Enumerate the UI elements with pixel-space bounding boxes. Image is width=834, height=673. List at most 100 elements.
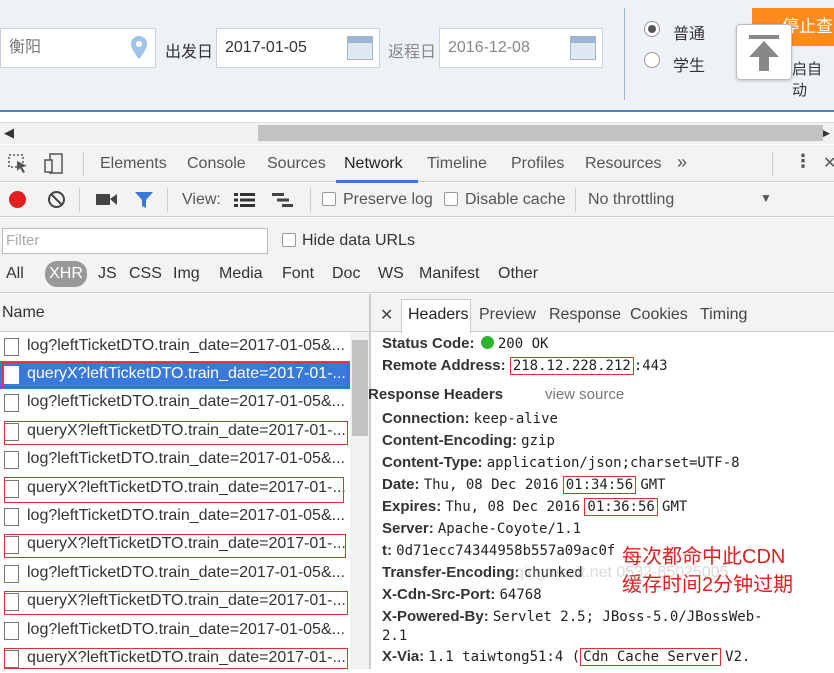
tab-profiles[interactable]: Profiles xyxy=(511,155,564,173)
type-media[interactable]: Media xyxy=(219,265,263,283)
type-css[interactable]: CSS xyxy=(129,265,162,283)
horizontal-scroll-thumb[interactable] xyxy=(258,125,823,141)
hide-data-urls-checkbox[interactable] xyxy=(282,233,296,247)
page-ruler xyxy=(0,110,834,122)
radio-student[interactable] xyxy=(644,52,660,68)
request-row[interactable]: log?leftTicketDTO.train_date=2017-01-05&… xyxy=(0,333,350,361)
status-code-row: Status Code: 200 OK xyxy=(382,335,549,352)
return-date-value: 2016-12-08 xyxy=(448,39,530,56)
remote-ip-highlight: 218.12.228.212 xyxy=(509,357,634,375)
header-cdn-src-port: X-Cdn-Src-Port: 64768 xyxy=(382,586,542,603)
dropdown-arrow-icon: ▼ xyxy=(760,191,772,205)
clear-icon[interactable] xyxy=(47,190,66,209)
view-source-link[interactable]: view source xyxy=(545,386,624,403)
scroll-left-icon[interactable]: ◀ xyxy=(4,125,14,141)
response-headers-title[interactable]: Response Headers xyxy=(368,386,503,403)
divider xyxy=(167,188,168,212)
request-list-scroll-thumb[interactable] xyxy=(352,340,368,436)
inspect-element-icon[interactable] xyxy=(8,154,30,174)
radio-student-label: 学生 xyxy=(673,58,706,75)
document-icon xyxy=(4,622,19,640)
hide-data-urls-label: Hide data URLs xyxy=(302,232,415,249)
divider xyxy=(772,152,773,176)
auto-query-label: 启自动 xyxy=(792,61,823,99)
view-label: View: xyxy=(182,191,221,208)
highlight-box xyxy=(2,362,348,388)
type-other[interactable]: Other xyxy=(498,265,538,283)
name-column-header[interactable]: Name xyxy=(0,294,370,332)
highlight-box xyxy=(4,591,348,615)
divider xyxy=(310,188,311,212)
status-ok-dot-icon xyxy=(480,336,494,349)
document-icon xyxy=(4,338,19,356)
preserve-log-checkbox[interactable] xyxy=(322,192,336,206)
document-icon xyxy=(4,508,19,526)
return-date-input[interactable]: 2016-12-08 xyxy=(439,28,603,68)
tab-timeline[interactable]: Timeline xyxy=(427,155,487,173)
depart-date-value: 2017-01-05 xyxy=(225,39,307,56)
preserve-log-label: Preserve log xyxy=(343,191,433,208)
type-img[interactable]: Img xyxy=(173,265,200,283)
tab-network[interactable]: Network xyxy=(344,155,403,173)
header-expires: Expires: Thu, 08 Dec 2016 01:36:56 GMT xyxy=(382,498,688,516)
type-xhr[interactable]: XHR xyxy=(45,261,87,287)
request-row[interactable]: log?leftTicketDTO.train_date=2017-01-05&… xyxy=(0,560,350,588)
expires-highlight: 01:36:56 xyxy=(584,498,658,516)
request-row[interactable]: log?leftTicketDTO.train_date=2017-01-05&… xyxy=(0,389,350,417)
close-devtools-icon[interactable]: ✕ xyxy=(823,153,834,173)
tab-cookies[interactable]: Cookies xyxy=(630,306,688,324)
from-city-value: 衡阳 xyxy=(9,39,42,56)
highlight-box xyxy=(4,421,348,445)
disable-cache-checkbox[interactable] xyxy=(444,192,458,206)
watermark: qingruanit.net 0532-85025005 xyxy=(515,564,729,581)
highlight-box xyxy=(4,648,348,669)
menu-dots-icon[interactable]: ⋮ xyxy=(794,151,812,172)
type-all[interactable]: All xyxy=(6,265,24,283)
from-city-input[interactable]: 衡阳 xyxy=(0,28,156,68)
type-js[interactable]: JS xyxy=(98,265,117,283)
remote-address-row: Remote Address: 218.12.228.212:443 xyxy=(382,357,668,375)
waterfall-view-icon[interactable] xyxy=(272,192,294,208)
resource-type-filter xyxy=(0,258,834,293)
via-highlight: Cdn Cache Server xyxy=(580,648,721,666)
tab-headers[interactable]: Headers xyxy=(408,306,468,324)
tab-elements[interactable]: Elements xyxy=(100,155,167,173)
tab-response[interactable]: Response xyxy=(549,306,621,324)
more-tabs-icon[interactable]: » xyxy=(677,152,687,173)
device-mode-icon[interactable] xyxy=(44,153,66,175)
request-row[interactable]: log?leftTicketDTO.train_date=2017-01-05&… xyxy=(0,446,350,474)
document-icon xyxy=(4,565,19,583)
type-font[interactable]: Font xyxy=(282,265,314,283)
type-doc[interactable]: Doc xyxy=(332,265,360,283)
filter-input[interactable]: Filter xyxy=(2,228,268,254)
highlight-box xyxy=(4,534,346,558)
header-connection: Connection: keep-alive xyxy=(382,410,558,427)
record-icon[interactable] xyxy=(9,191,26,208)
highlight-box xyxy=(4,477,344,503)
close-detail-icon[interactable]: ✕ xyxy=(380,305,393,325)
header-content-encoding: Content-Encoding: gzip xyxy=(382,432,555,449)
header-content-type: Content-Type: application/json;charset=U… xyxy=(382,454,740,471)
tab-timing[interactable]: Timing xyxy=(700,306,747,324)
tab-resources[interactable]: Resources xyxy=(585,155,661,173)
throttling-select[interactable]: No throttling ▼ xyxy=(588,187,778,213)
filter-icon[interactable] xyxy=(134,191,154,209)
request-row[interactable]: log?leftTicketDTO.train_date=2017-01-05&… xyxy=(0,503,350,531)
tab-preview[interactable]: Preview xyxy=(479,306,536,324)
throttling-value: No throttling xyxy=(588,191,675,208)
depart-date-input[interactable]: 2017-01-05 xyxy=(216,28,380,68)
type-ws[interactable]: WS xyxy=(378,265,404,283)
tab-console[interactable]: Console xyxy=(187,155,246,173)
panel-divider xyxy=(370,294,371,669)
radio-normal[interactable] xyxy=(644,21,660,37)
return-date-label: 返程日 xyxy=(388,44,437,61)
calendar-icon[interactable] xyxy=(570,36,596,60)
calendar-icon[interactable] xyxy=(347,36,373,60)
list-view-icon[interactable] xyxy=(234,192,256,208)
request-row[interactable]: log?leftTicketDTO.train_date=2017-01-05&… xyxy=(0,617,350,645)
tab-sources[interactable]: Sources xyxy=(267,155,326,173)
divider xyxy=(624,8,625,100)
back-to-top-button[interactable] xyxy=(736,24,792,80)
type-manifest[interactable]: Manifest xyxy=(419,265,479,283)
camera-icon[interactable] xyxy=(96,192,118,207)
